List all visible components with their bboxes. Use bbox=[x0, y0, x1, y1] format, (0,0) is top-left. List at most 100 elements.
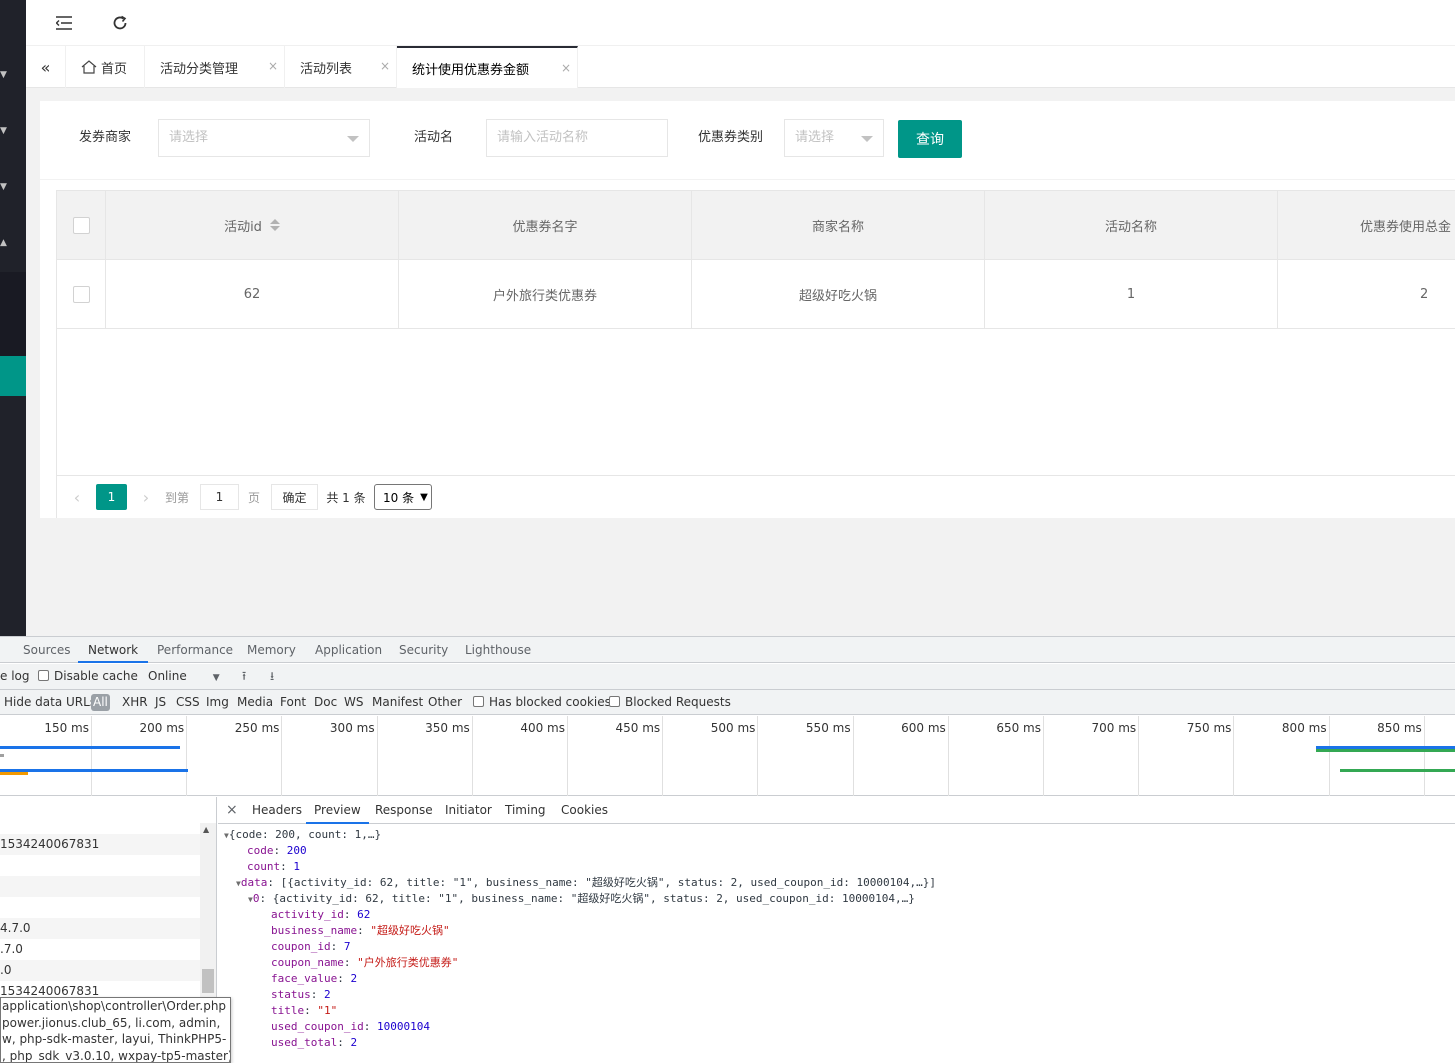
detail-tab-cookies[interactable]: Cookies bbox=[561, 797, 608, 824]
throttle-select[interactable]: Online▼ bbox=[148, 664, 220, 691]
activity-name-input[interactable]: 请输入活动名称 bbox=[486, 119, 668, 157]
query-button[interactable]: 查询 bbox=[898, 120, 962, 158]
json-value: "超级好吃火锅" bbox=[370, 924, 449, 937]
has-blocked-cookies-checkbox[interactable]: Has blocked cookies bbox=[473, 690, 611, 715]
goto-input[interactable]: 1 bbox=[200, 484, 239, 510]
double-chevron-left-icon[interactable]: « bbox=[26, 46, 66, 88]
close-icon[interactable]: × bbox=[380, 59, 390, 73]
filter-type-font[interactable]: Font bbox=[280, 690, 306, 715]
devtools-tab-security[interactable]: Security bbox=[399, 637, 448, 663]
table-cell: 1 bbox=[985, 260, 1278, 329]
list-item[interactable] bbox=[0, 897, 200, 918]
timeline-gridline bbox=[91, 716, 92, 796]
disable-cache-checkbox[interactable]: Disable cache bbox=[38, 664, 138, 689]
activity-placeholder: 请输入活动名称 bbox=[497, 130, 588, 145]
devtools-tab-memory[interactable]: Memory bbox=[247, 637, 296, 663]
json-line: business_name: "超级好吃火锅" bbox=[271, 923, 450, 939]
devtools-tab-lighthouse[interactable]: Lighthouse bbox=[465, 637, 531, 663]
chevron-up-icon[interactable]: ▲ bbox=[0, 238, 12, 248]
json-data[interactable]: ▼data: [{activity_id: 62, title: "1", bu… bbox=[236, 875, 936, 892]
confirm-button[interactable]: 确定 bbox=[271, 484, 318, 510]
list-item[interactable]: 4.7.0 bbox=[0, 918, 200, 939]
column-header-total: 优惠券使用总金 bbox=[1278, 191, 1455, 260]
list-item[interactable] bbox=[0, 855, 200, 876]
chevron-down-icon[interactable]: ▼ bbox=[0, 126, 12, 136]
devtools-tab-network[interactable]: Network bbox=[78, 637, 148, 663]
column-header-business-name: 商家名称 bbox=[692, 191, 985, 260]
column-label: 优惠券使用总金 bbox=[1360, 216, 1451, 235]
prev-page-icon[interactable]: ‹ bbox=[69, 484, 85, 510]
import-har-icon[interactable]: ⭱ bbox=[242, 664, 246, 689]
filter-type-js[interactable]: JS bbox=[155, 690, 166, 715]
json-line: coupon_id: 7 bbox=[271, 939, 350, 955]
activity-label: 活动名 bbox=[414, 130, 453, 146]
filter-type-ws[interactable]: WS bbox=[344, 690, 363, 715]
filter-type-other[interactable]: Other bbox=[428, 690, 462, 715]
refresh-icon[interactable] bbox=[109, 12, 131, 34]
detail-tab-preview[interactable]: Preview bbox=[306, 797, 369, 824]
json-value: 2 bbox=[324, 988, 331, 1001]
list-item[interactable]: .7.0 bbox=[0, 939, 200, 960]
filter-type-css[interactable]: CSS bbox=[176, 690, 200, 715]
page-current[interactable]: 1 bbox=[96, 484, 127, 510]
scroll-up-icon[interactable]: ▲ bbox=[203, 825, 209, 834]
filter-type-doc[interactable]: Doc bbox=[314, 690, 337, 715]
json-line: used_coupon_id: 10000104 bbox=[271, 1019, 430, 1035]
tab-home[interactable]: 首页 bbox=[66, 46, 145, 88]
page-unit-label: 页 bbox=[246, 484, 262, 510]
merchant-select[interactable]: 请选择 bbox=[158, 119, 370, 157]
menu-fold-icon[interactable] bbox=[53, 12, 75, 34]
list-item[interactable] bbox=[0, 876, 200, 897]
json-root[interactable]: ▼{code: 200, count: 1,…} bbox=[224, 827, 381, 844]
timeline-gridline bbox=[757, 716, 758, 796]
detail-tab-initiator[interactable]: Initiator bbox=[445, 797, 492, 824]
column-label: 商家名称 bbox=[812, 216, 864, 235]
timeline-request-bar bbox=[0, 754, 4, 757]
chevron-down-icon[interactable]: ▼ bbox=[0, 182, 12, 192]
export-har-icon[interactable]: ⭳ bbox=[270, 664, 274, 689]
json-line: status: 2 bbox=[271, 987, 331, 1003]
tab-activity-category[interactable]: 活动分类管理 × bbox=[145, 46, 285, 88]
json-item[interactable]: ▼0: {activity_id: 62, title: "1", busine… bbox=[248, 891, 915, 908]
chevron-down-icon[interactable]: ▼ bbox=[0, 70, 12, 80]
list-item[interactable]: 1534240067831 bbox=[0, 834, 200, 855]
next-page-icon[interactable]: › bbox=[138, 484, 154, 510]
sidebar: ▼ ▼ ▼ ▲ bbox=[0, 0, 26, 636]
coupon-type-select[interactable]: 请选择 bbox=[784, 119, 884, 157]
filter-type-xhr[interactable]: XHR bbox=[122, 690, 148, 715]
filter-type-img[interactable]: Img bbox=[206, 690, 229, 715]
devtools-tab-application[interactable]: Application bbox=[315, 637, 382, 663]
column-header-activity-id[interactable]: 活动id bbox=[106, 191, 399, 260]
filter-type-manifest[interactable]: Manifest bbox=[372, 690, 423, 715]
filter-type-media[interactable]: Media bbox=[237, 690, 273, 715]
tooltip-line: application\shop\controller\Order.php bbox=[2, 998, 230, 1015]
tooltip-line: power.jionus.club_65, li.com, admin, bbox=[2, 1015, 230, 1032]
detail-tab-timing[interactable]: Timing bbox=[505, 797, 546, 824]
blocked-requests-checkbox[interactable]: Blocked Requests bbox=[609, 690, 731, 715]
list-item[interactable]: .0 bbox=[0, 960, 200, 981]
sort-icon[interactable] bbox=[270, 219, 280, 231]
list-item[interactable] bbox=[0, 797, 200, 803]
select-all-checkbox[interactable] bbox=[73, 217, 90, 234]
detail-tab-response[interactable]: Response bbox=[375, 797, 433, 824]
close-icon[interactable]: × bbox=[268, 59, 278, 73]
checkbox-box bbox=[38, 670, 49, 681]
merchant-label: 发券商家 bbox=[79, 130, 131, 146]
close-icon[interactable]: × bbox=[226, 797, 238, 824]
close-icon[interactable]: × bbox=[561, 61, 571, 75]
scrollbar-thumb[interactable] bbox=[202, 969, 214, 993]
tab-activity-list[interactable]: 活动列表 × bbox=[285, 46, 397, 88]
hide-data-urls-label[interactable]: Hide data URLs bbox=[4, 690, 96, 715]
sidebar-item-active[interactable] bbox=[0, 356, 26, 396]
network-timeline[interactable]: 150 ms200 ms250 ms300 ms350 ms400 ms450 … bbox=[0, 716, 1455, 796]
row-checkbox[interactable] bbox=[73, 286, 90, 303]
detail-tab-headers[interactable]: Headers bbox=[252, 797, 302, 824]
devtools-tab-sources[interactable]: Sources bbox=[23, 637, 70, 663]
page-tabs: « 首页 活动分类管理 × 活动列表 × 统计使用优惠券金额 × bbox=[26, 46, 1455, 88]
filter-type-all[interactable]: All bbox=[91, 694, 110, 711]
preserve-log-label[interactable]: e log bbox=[0, 664, 30, 689]
devtools-tab-performance[interactable]: Performance bbox=[157, 637, 233, 663]
disable-cache-label: Disable cache bbox=[54, 669, 138, 683]
tab-coupon-stats[interactable]: 统计使用优惠券金额 × bbox=[397, 46, 578, 88]
per-page-select[interactable]: 10 条 ▼ bbox=[374, 484, 432, 510]
